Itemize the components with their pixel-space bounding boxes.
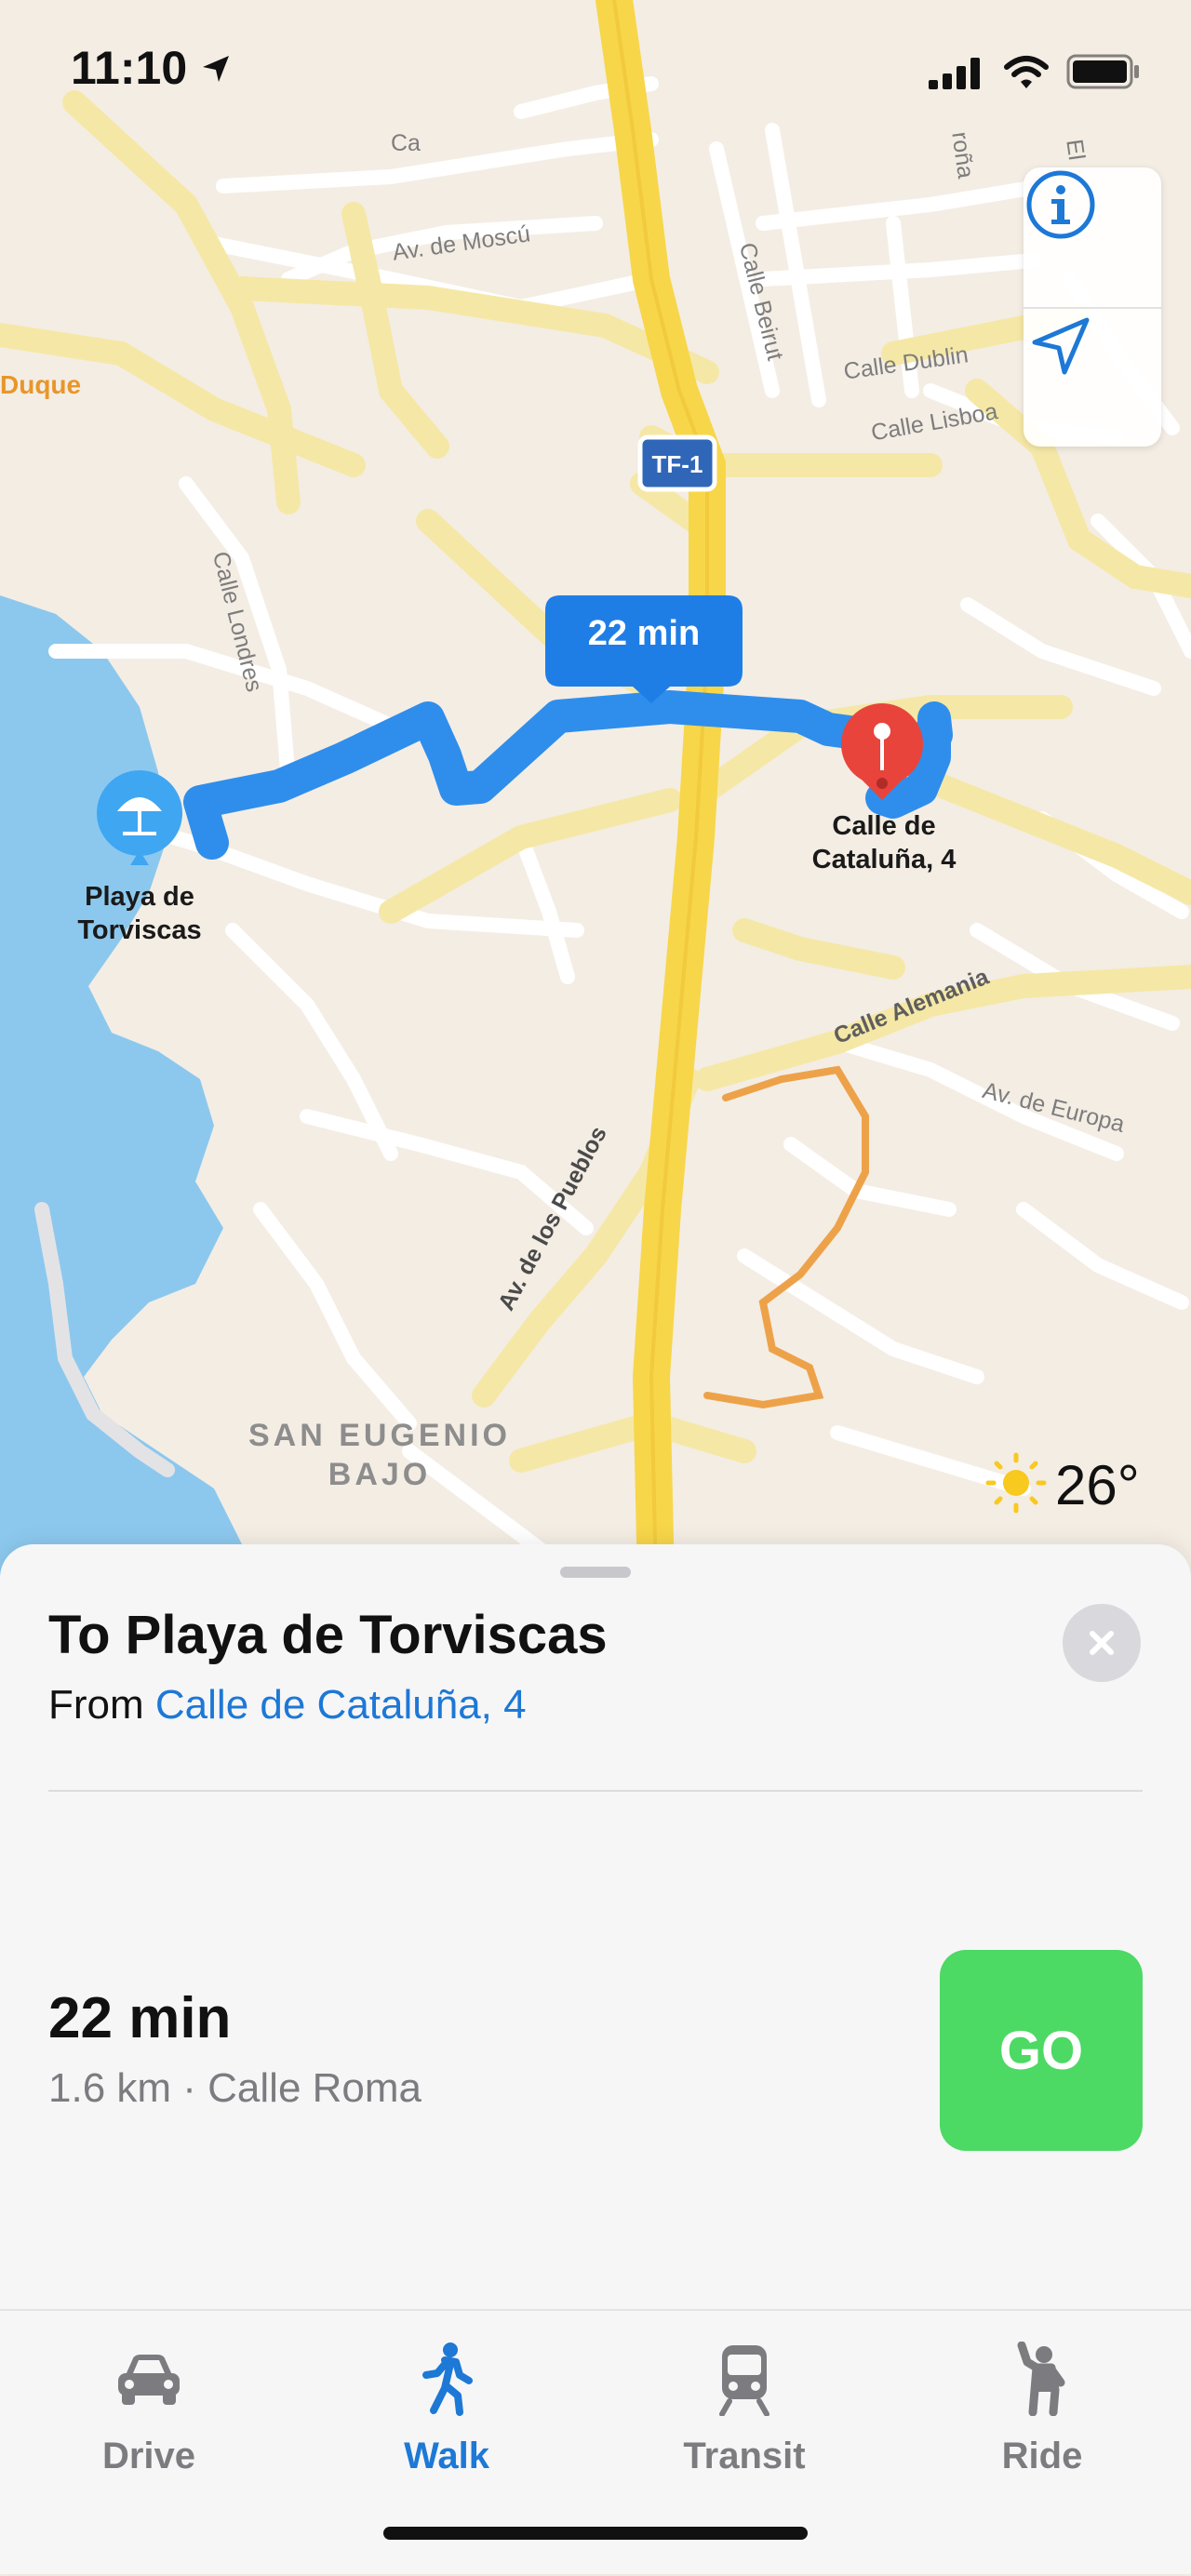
info-icon: [1026, 170, 1095, 239]
destination-map-label: Playa de Torviscas: [77, 882, 202, 945]
tab-ride[interactable]: Ride: [893, 2311, 1191, 2497]
poi-label: Duque: [0, 370, 82, 399]
from-place-link[interactable]: Calle de Cataluña, 4: [155, 1682, 527, 1728]
map-view[interactable]: Av. de Moscú Ca roña El Calle Beirut Cal…: [0, 0, 1191, 1582]
close-button[interactable]: [1063, 1604, 1141, 1682]
status-bar: 11:10: [0, 0, 1191, 140]
sheet-divider: [48, 1790, 1143, 1792]
origin-map-label: Calle de Cataluña, 4: [811, 811, 957, 874]
map-controls: [1024, 167, 1161, 447]
from-prefix: From: [48, 1682, 155, 1728]
tab-drive[interactable]: Drive: [0, 2311, 298, 2497]
home-indicator: [383, 2527, 808, 2540]
weather-temperature: 26°: [1055, 1454, 1140, 1516]
highway-shield-label: TF-1: [651, 450, 703, 478]
tab-transit[interactable]: Transit: [596, 2311, 893, 2497]
sheet-title: To Playa de Torviscas: [48, 1605, 608, 1665]
route-duration: 22 min: [48, 1986, 232, 2050]
route-distance-info: 1.6 km · Calle Roma: [48, 2065, 422, 2111]
train-icon: [698, 2337, 791, 2421]
info-button[interactable]: [1024, 167, 1161, 307]
location-services-icon: [203, 56, 229, 82]
area-label: SAN EUGENIO BAJO: [248, 1418, 512, 1492]
map-canvas: [0, 0, 1191, 1582]
tab-walk[interactable]: Walk: [298, 2311, 596, 2497]
tab-label: Transit: [683, 2436, 806, 2476]
close-icon: [1090, 1631, 1114, 1655]
locate-me-button[interactable]: [1024, 309, 1161, 448]
tab-label: Drive: [101, 2436, 196, 2476]
battery-icon: [1066, 54, 1139, 89]
directions-sheet: To Playa de Torviscas From Calle de Cata…: [0, 1544, 1191, 2574]
sheet-grabber[interactable]: [560, 1567, 631, 1578]
location-arrow-icon: [1032, 317, 1090, 375]
wifi-icon: [1004, 56, 1049, 88]
route-duration-badge[interactable]: 22 min: [545, 614, 743, 654]
rideshare-icon: [996, 2337, 1089, 2421]
walking-icon: [400, 2337, 493, 2421]
tab-label: Walk: [404, 2436, 489, 2476]
car-icon: [102, 2337, 195, 2421]
status-time: 11:10: [71, 42, 188, 94]
go-button[interactable]: GO: [940, 1950, 1143, 2151]
tab-label: Ride: [1001, 2436, 1083, 2476]
cellular-signal-icon: [929, 58, 980, 89]
street-label-fragment: El: [1061, 138, 1091, 162]
from-line: From Calle de Cataluña, 4: [48, 1682, 527, 1728]
